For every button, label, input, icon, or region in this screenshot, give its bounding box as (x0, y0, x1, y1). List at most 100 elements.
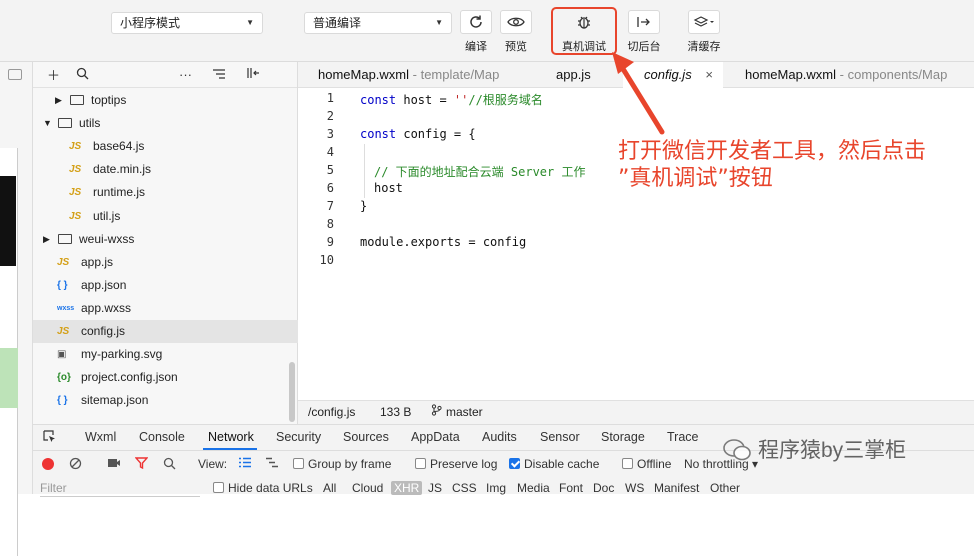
search-icon[interactable] (76, 67, 89, 83)
config-file-icon: {o} (57, 372, 71, 384)
tree-item-project-config-json[interactable]: {o} project.config.json (33, 366, 298, 389)
inspect-icon[interactable] (43, 430, 57, 447)
tab-security[interactable]: Security (276, 430, 321, 444)
tab-app-js[interactable]: app.js (556, 62, 591, 88)
tree-item-label: config.js (81, 324, 126, 338)
explorer-scrollbar[interactable] (289, 362, 295, 422)
status-size: 133 B (380, 405, 412, 419)
tree-item-label: base64.js (93, 139, 145, 154)
more-icon[interactable]: ··· (179, 67, 192, 82)
status-branch[interactable]: master (446, 401, 483, 424)
tree-item-base64-js[interactable]: JS base64.js (33, 135, 298, 158)
filter-type-css[interactable]: CSS (452, 481, 477, 495)
code-text: config = { (396, 127, 476, 141)
list-view-icon[interactable] (238, 457, 252, 471)
tab-storage[interactable]: Storage (601, 430, 645, 444)
tree-item-app-js[interactable]: JS app.js (33, 251, 298, 274)
hide-data-urls-checkbox[interactable]: Hide data URLs (213, 481, 313, 495)
tab-appdata[interactable]: AppData (411, 430, 460, 444)
filter-type-cloud[interactable]: Cloud (352, 481, 383, 495)
disable-cache-checkbox[interactable]: Disable cache (509, 457, 599, 471)
folder-icon (58, 118, 72, 129)
compile-select-value: 普通编译 (313, 16, 362, 30)
line-number: 10 (319, 253, 334, 267)
line-number: 8 (326, 217, 334, 231)
tab-name: homeMap.wxml (745, 67, 837, 82)
tree-item-label: util.js (93, 208, 121, 223)
compile-select[interactable]: 普通编译 ▼ (304, 12, 452, 34)
tab-console[interactable]: Console (139, 430, 185, 444)
tree-item-date-min-js[interactable]: JS date.min.js (33, 158, 298, 181)
filter-input[interactable]: Filter (40, 479, 200, 497)
tree-item-utils[interactable]: ▼ utils (33, 112, 298, 135)
tree-item-label: date.min.js (93, 162, 152, 177)
filter-type-doc[interactable]: Doc (593, 481, 614, 495)
code-string: '' (453, 93, 469, 107)
close-icon[interactable]: × (705, 62, 713, 88)
code-line-3: const config = { (360, 127, 476, 141)
preserve-log-label: Preserve log (430, 457, 498, 471)
tab-name: app.js (556, 67, 591, 82)
active-tab-underline (203, 448, 257, 450)
tree-item-util-js[interactable]: JS util.js (33, 205, 298, 228)
refresh-icon (460, 10, 492, 34)
hide-data-urls-label: Hide data URLs (228, 481, 313, 495)
mode-select[interactable]: 小程序模式 ▼ (111, 12, 263, 34)
js-file-icon: JS (69, 210, 82, 222)
tab-wxml[interactable]: Wxml (85, 430, 116, 444)
tree-item-config-js[interactable]: JS config.js (33, 320, 298, 343)
filter-type-font[interactable]: Font (559, 481, 583, 495)
tree-item-my-parking-svg[interactable]: ▣ my-parking.svg (33, 343, 298, 366)
disable-cache-label: Disable cache (524, 457, 600, 471)
watermark-text: 程序猿by三掌柜 (758, 439, 907, 462)
line-number: 4 (326, 145, 334, 159)
tab-trace[interactable]: Trace (667, 430, 699, 444)
tree-item-runtime-js[interactable]: JS runtime.js (33, 181, 298, 204)
filter-type-ws[interactable]: WS (625, 481, 644, 495)
tab-network[interactable]: Network (208, 430, 254, 444)
waterfall-view-icon[interactable] (265, 457, 279, 471)
annotation-text: 打开微信开发者工具，然后点击 ”真机调试”按钮 (618, 138, 926, 192)
svg-file-icon: ▣ (57, 349, 67, 361)
code-comment: // 下面的地址配合云端 Server 工作 (374, 165, 586, 179)
js-file-icon: JS (69, 187, 82, 199)
tree-item-app-wxss[interactable]: wxss app.wxss (33, 297, 298, 320)
switch-background-button[interactable]: 切后台 (624, 10, 664, 54)
tab-audits[interactable]: Audits (482, 430, 517, 444)
filter-type-img[interactable]: Img (486, 481, 506, 495)
line-number: 2 (326, 109, 334, 123)
filter-type-media[interactable]: Media (517, 481, 550, 495)
sort-icon[interactable] (212, 67, 226, 82)
tree-item-label: weui-wxss (79, 231, 135, 246)
code-text: host = (396, 93, 454, 107)
offline-checkbox[interactable]: Offline (622, 457, 671, 471)
clear-icon[interactable] (69, 457, 82, 473)
search-icon[interactable] (163, 457, 176, 473)
file-explorer: ＋ ··· ▶ toptips ▼ utils JS base64.js JS date.mi… (33, 62, 298, 424)
code-comment: //根服务域名 (468, 93, 543, 107)
preserve-log-checkbox[interactable]: Preserve log (415, 457, 497, 471)
tab-sensor[interactable]: Sensor (540, 430, 580, 444)
add-icon[interactable]: ＋ (47, 65, 60, 84)
tree-item-sitemap-json[interactable]: { } sitemap.json (33, 389, 298, 412)
tree-item-weui-wxss[interactable]: ▶ weui-wxss (33, 228, 298, 251)
tab-sources[interactable]: Sources (343, 430, 389, 444)
tab-homemap-components[interactable]: homeMap.wxml - components/Map (745, 62, 947, 88)
filter-type-xhr[interactable]: XHR (391, 481, 423, 495)
preview-button[interactable]: 预览 (496, 10, 536, 54)
tree-item-toptips[interactable]: ▶ toptips (33, 89, 298, 112)
filter-type-other[interactable]: Other (710, 481, 740, 495)
clear-cache-button[interactable]: 清缓存 (684, 10, 724, 54)
group-by-frame-checkbox[interactable]: Group by frame (293, 457, 391, 471)
tab-homemap-template[interactable]: homeMap.wxml - template/Map (318, 62, 499, 88)
tree-item-label: toptips (91, 93, 127, 107)
code-text: } (360, 199, 368, 213)
filter-icon[interactable] (134, 457, 149, 472)
filter-type-manifest[interactable]: Manifest (654, 481, 699, 495)
tree-item-app-json[interactable]: { } app.json (33, 274, 298, 297)
filter-type-js[interactable]: JS (428, 481, 442, 495)
camera-icon[interactable] (107, 457, 121, 471)
filter-type-all[interactable]: All (323, 481, 336, 495)
record-icon[interactable] (42, 458, 54, 470)
collapse-icon[interactable] (246, 67, 260, 82)
